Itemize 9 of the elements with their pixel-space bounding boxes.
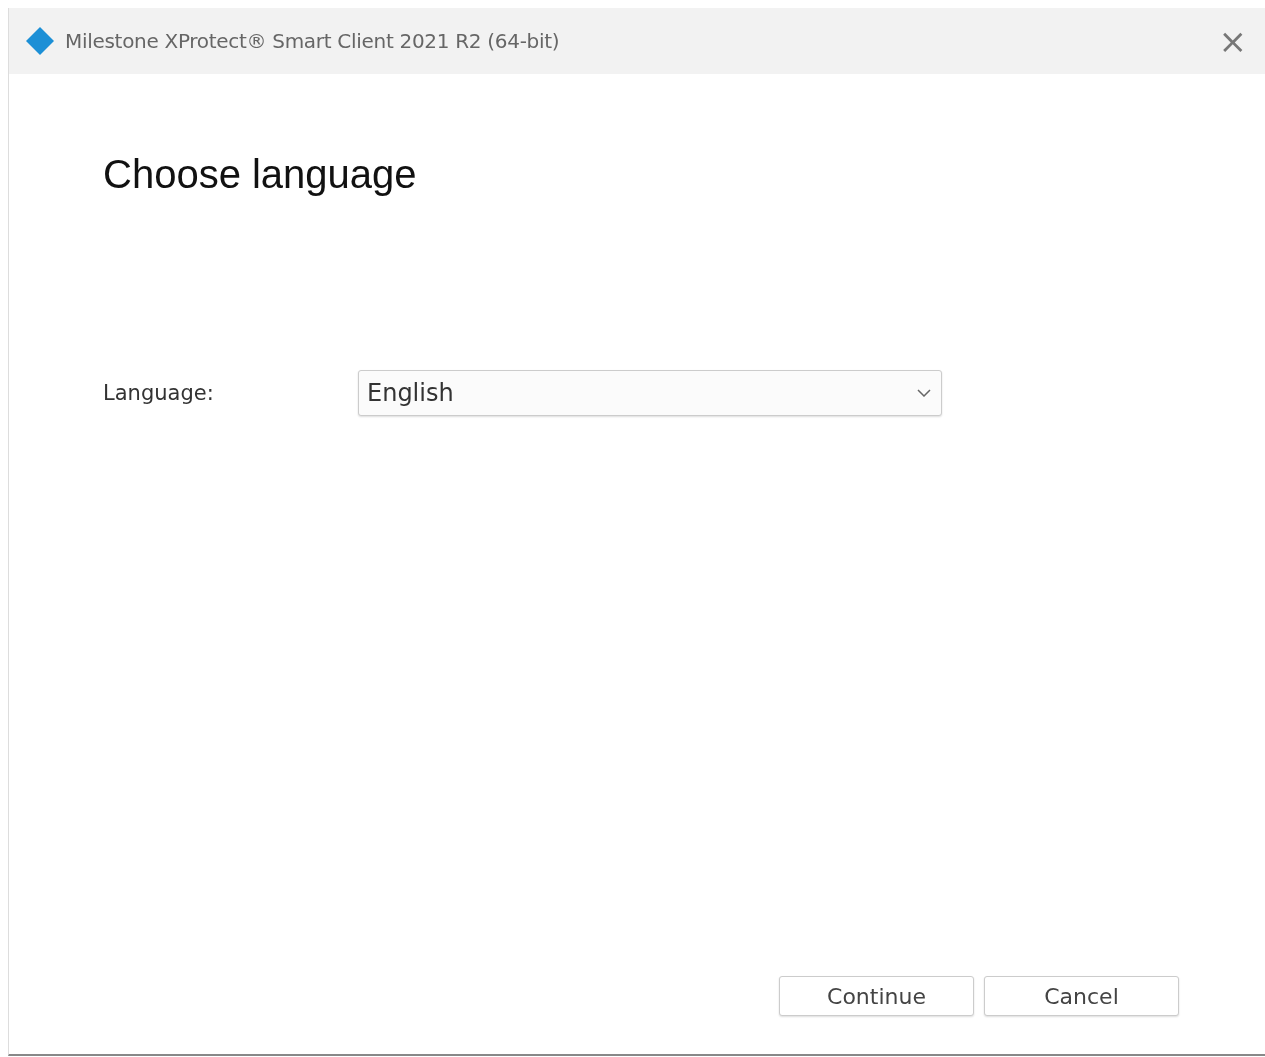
window-title: Milestone XProtect® Smart Client 2021 R2 (64-bit) [65,29,561,53]
language-label: Language: [103,381,215,405]
cancel-button[interactable]: Cancel [984,976,1179,1016]
dialog-heading: Choose language [103,152,418,197]
continue-button[interactable]: Continue [779,976,974,1016]
chevron-down-icon [917,389,931,397]
language-dropdown[interactable]: English [358,370,942,416]
diamond-icon [25,26,55,56]
close-button[interactable]: × [1214,24,1251,58]
